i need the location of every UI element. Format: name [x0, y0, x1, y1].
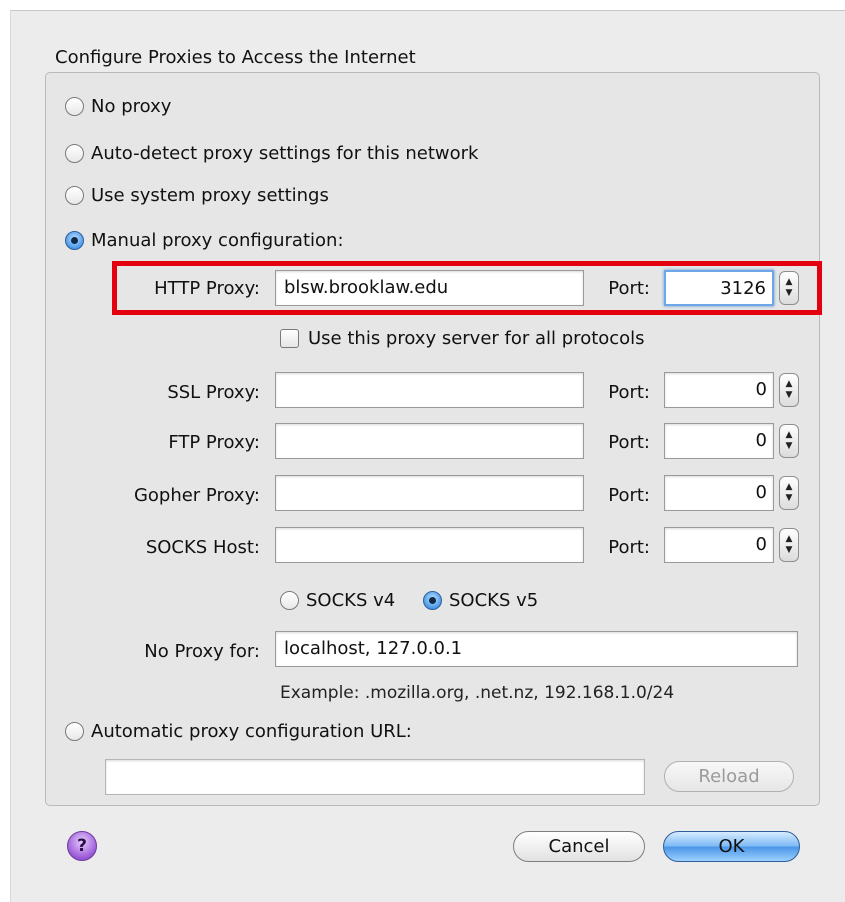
radio-label: Auto-detect proxy settings for this netw…: [91, 143, 479, 164]
radio-label: No proxy: [91, 96, 172, 117]
use-all-protocols-label: Use this proxy server for all protocols: [308, 328, 645, 349]
ssl-proxy-label: SSL Proxy:: [167, 382, 260, 403]
use-all-protocols-checkbox-row[interactable]: Use this proxy server for all protocols: [280, 328, 645, 349]
ftp-port-label: Port:: [608, 432, 650, 453]
radio-button[interactable]: [65, 97, 84, 116]
radio-button[interactable]: [280, 591, 299, 610]
ok-button[interactable]: OK: [663, 831, 800, 862]
gopher-port-stepper[interactable]: ▲ ▼: [779, 476, 799, 510]
use-all-protocols-checkbox[interactable]: [280, 329, 299, 348]
stepper-down-icon[interactable]: ▼: [786, 441, 793, 452]
stepper-up-icon[interactable]: ▲: [786, 430, 793, 441]
ssl-port-input[interactable]: 0: [664, 372, 774, 408]
cancel-button[interactable]: Cancel: [513, 831, 645, 862]
radio-auto-detect[interactable]: Auto-detect proxy settings for this netw…: [65, 143, 478, 164]
radio-button-selected[interactable]: [423, 591, 442, 610]
no-proxy-for-input[interactable]: localhost, 127.0.0.1: [275, 631, 798, 667]
ftp-port-stepper[interactable]: ▲ ▼: [779, 424, 799, 458]
ssl-port-stepper[interactable]: ▲ ▼: [779, 373, 799, 407]
radio-socks-v5[interactable]: SOCKS v5: [423, 590, 538, 611]
radio-socks-v4[interactable]: SOCKS v4: [280, 590, 395, 611]
stepper-down-icon[interactable]: ▼: [786, 545, 793, 556]
radio-label: Manual proxy configuration:: [91, 230, 344, 251]
radio-system-proxy[interactable]: Use system proxy settings: [65, 185, 329, 206]
ftp-port-input[interactable]: 0: [664, 423, 774, 459]
radio-auto-config-url[interactable]: Automatic proxy configuration URL:: [65, 721, 412, 742]
stepper-up-icon[interactable]: ▲: [786, 534, 793, 545]
ftp-proxy-label: FTP Proxy:: [168, 432, 260, 453]
stepper-down-icon[interactable]: ▼: [786, 390, 793, 401]
gopher-port-input[interactable]: 0: [664, 475, 774, 511]
gopher-proxy-label: Gopher Proxy:: [133, 485, 260, 506]
group-title: Configure Proxies to Access the Internet: [55, 47, 416, 68]
stepper-up-icon[interactable]: ▲: [786, 482, 793, 493]
radio-button[interactable]: [65, 186, 84, 205]
radio-button[interactable]: [65, 722, 84, 741]
no-proxy-for-label: No Proxy for:: [144, 641, 260, 662]
gopher-port-label: Port:: [608, 485, 650, 506]
radio-button[interactable]: [65, 144, 84, 163]
stepper-down-icon[interactable]: ▼: [786, 493, 793, 504]
socks-host-label: SOCKS Host:: [145, 537, 260, 558]
highlight-box: [112, 261, 822, 315]
radio-label: Use system proxy settings: [91, 185, 329, 206]
radio-dot-icon: [429, 597, 436, 604]
auto-config-url-input[interactable]: [105, 759, 645, 795]
reload-button[interactable]: Reload: [664, 761, 794, 792]
stepper-up-icon[interactable]: ▲: [786, 379, 793, 390]
socks-port-input[interactable]: 0: [664, 527, 774, 563]
radio-label: Automatic proxy configuration URL:: [91, 721, 412, 742]
socks-port-label: Port:: [608, 537, 650, 558]
radio-label: SOCKS v4: [306, 590, 396, 611]
help-button[interactable]: ?: [67, 831, 97, 861]
ssl-port-label: Port:: [608, 382, 650, 403]
radio-no-proxy[interactable]: No proxy: [65, 96, 171, 117]
radio-button-selected[interactable]: [65, 231, 84, 250]
no-proxy-example-text: Example: .mozilla.org, .net.nz, 192.168.…: [280, 683, 675, 703]
radio-dot-icon: [71, 237, 78, 244]
radio-label: SOCKS v5: [449, 590, 539, 611]
radio-manual-proxy[interactable]: Manual proxy configuration:: [65, 230, 344, 251]
socks-port-stepper[interactable]: ▲ ▼: [779, 528, 799, 562]
